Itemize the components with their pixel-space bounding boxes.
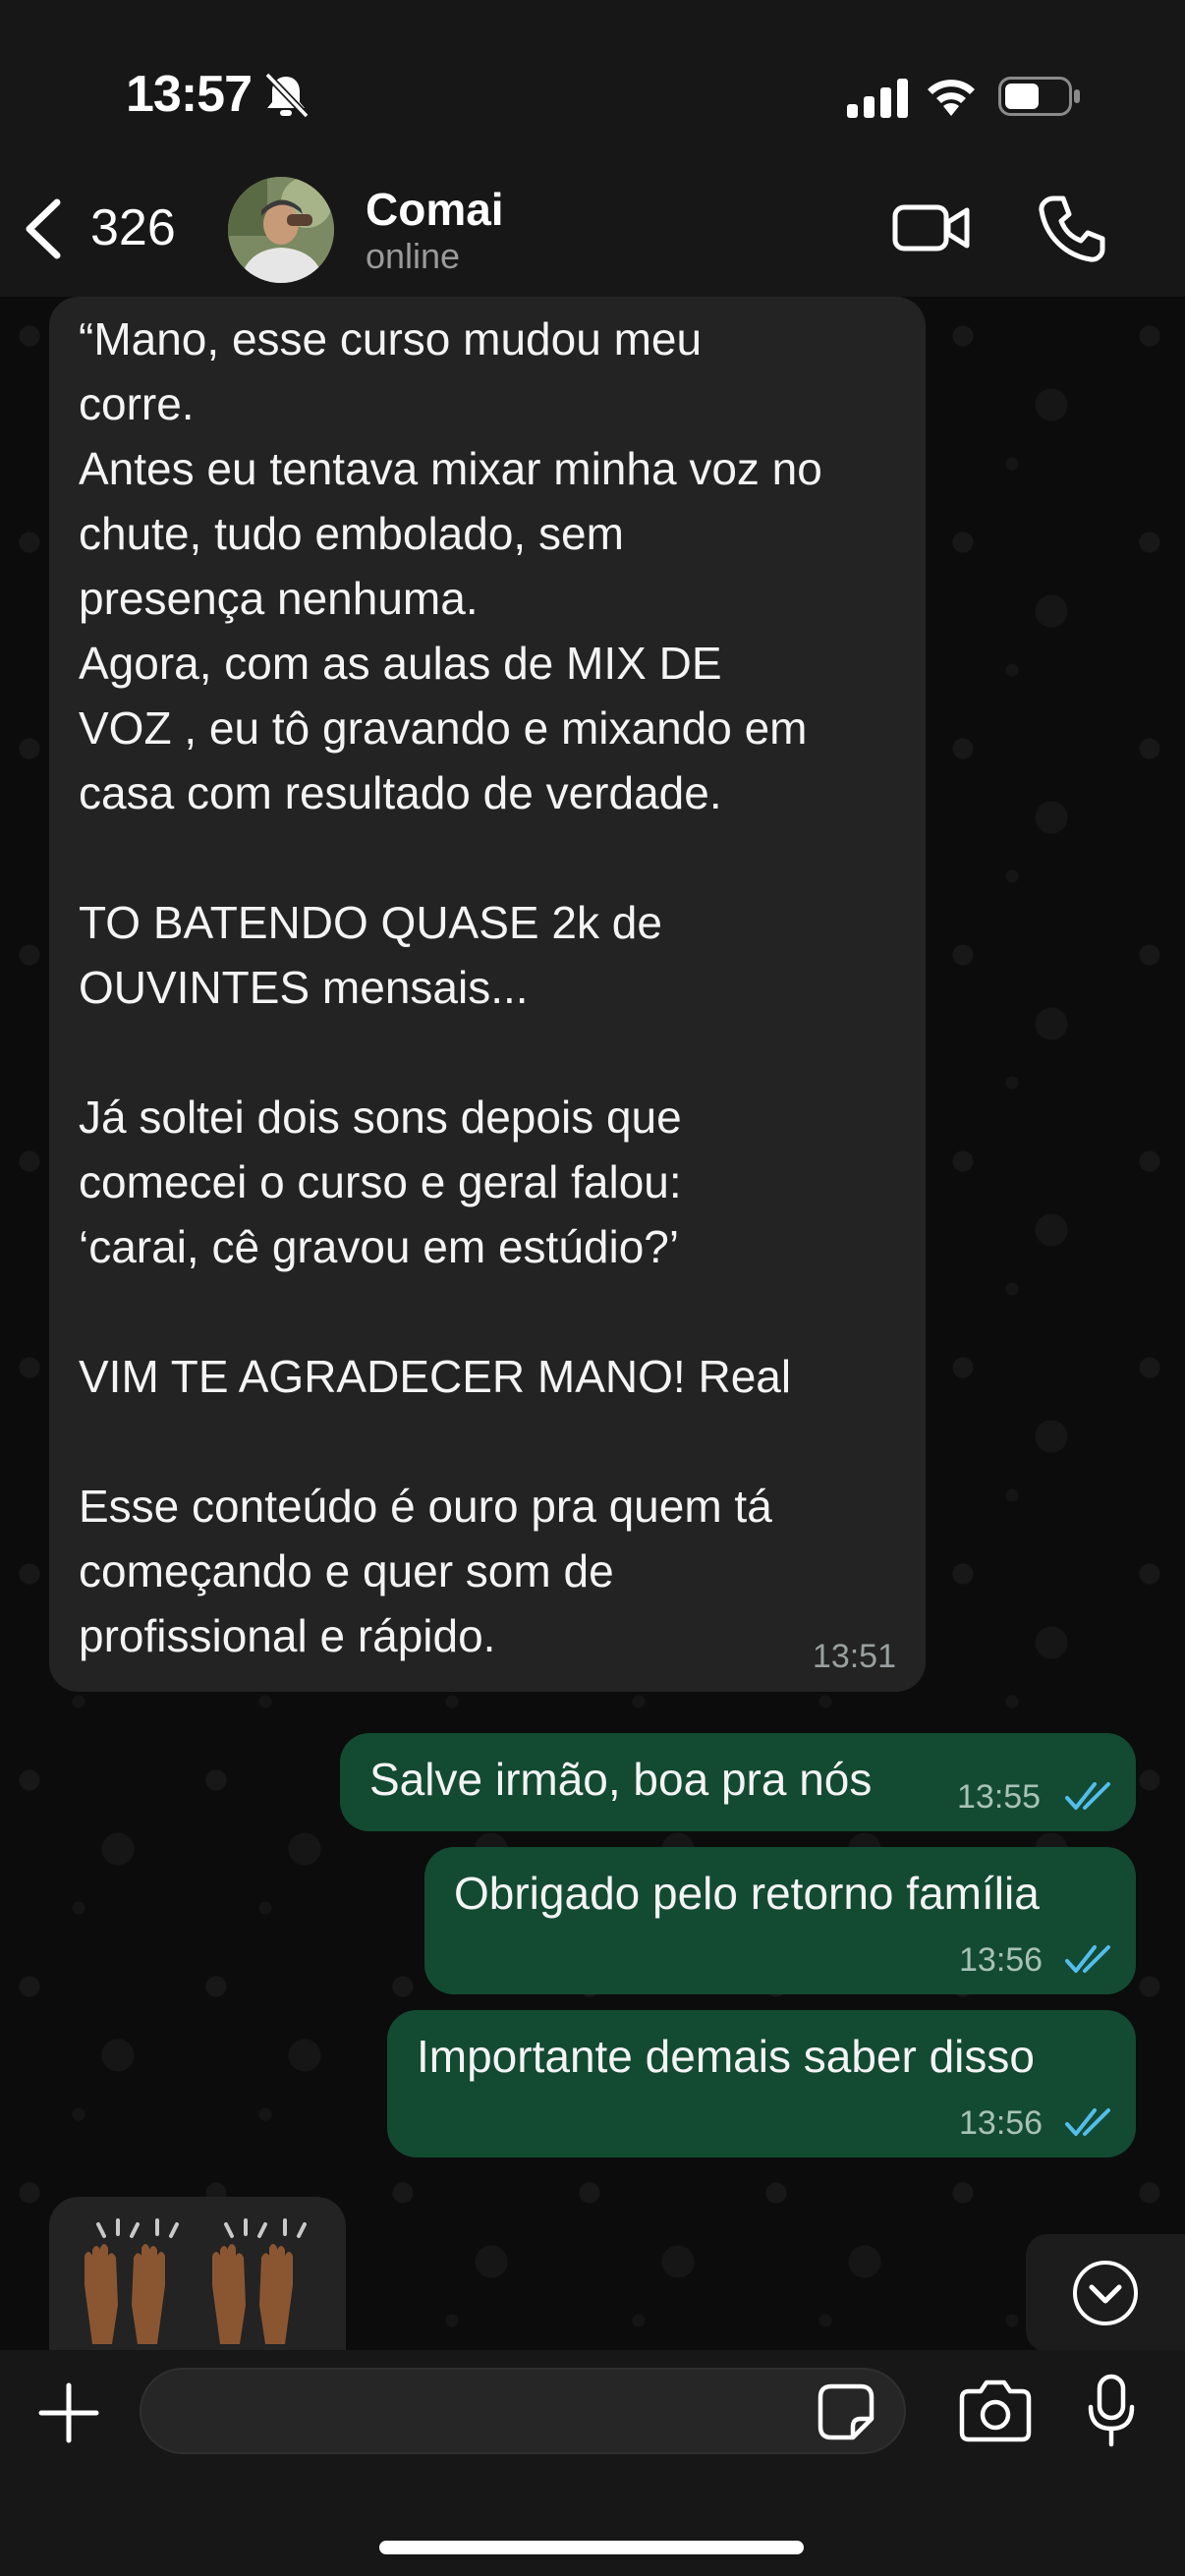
message-input[interactable] [140, 2368, 906, 2454]
message-time: 13:56 [959, 2104, 1044, 2142]
avatar-photo [228, 177, 334, 283]
battery-icon [998, 77, 1080, 116]
contact-name[interactable]: Comai [366, 183, 504, 236]
microphone-icon[interactable] [1087, 2374, 1136, 2448]
status-time: 13:57 [126, 66, 253, 123]
message-time: 13:56 [959, 1941, 1044, 1979]
camera-icon[interactable] [959, 2378, 1032, 2442]
home-indicator[interactable] [379, 2541, 804, 2554]
wifi-icon [928, 80, 975, 116]
read-ticks-icon [1065, 1782, 1110, 1810]
message-text: Importante demais saber disso [417, 2031, 1035, 2082]
message-text: “Mano, esse curso mudou meu corre. Antes… [79, 313, 822, 1661]
back-chevron-icon[interactable] [18, 196, 69, 261]
chat-messages[interactable]: “Mano, esse curso mudou meu corre. Antes… [0, 297, 1185, 2350]
message-incoming[interactable]: “Mano, esse curso mudou meu corre. Antes… [49, 297, 926, 1692]
message-text: Obrigado pelo retorno família [454, 1868, 1040, 1919]
phone-icon[interactable] [1038, 195, 1106, 263]
read-ticks-icon [1065, 2108, 1110, 2136]
message-time: 13:55 [957, 1778, 1042, 1816]
bell-muted-icon [264, 72, 309, 119]
plus-icon[interactable] [37, 2381, 100, 2444]
sticker-icon[interactable] [818, 2383, 875, 2440]
raising-hands-emoji [85, 2218, 307, 2344]
message-outgoing[interactable]: Salve irmão, boa pra nós 13:55 [340, 1733, 1136, 1831]
contact-avatar[interactable] [228, 177, 334, 283]
video-call-icon[interactable] [892, 198, 971, 257]
chat-header [0, 167, 1185, 297]
message-incoming-emoji[interactable] [49, 2197, 346, 2350]
chevron-down-icon [1073, 2261, 1138, 2325]
message-time: 13:51 [812, 1638, 896, 1675]
contact-status: online [366, 236, 461, 276]
scroll-to-bottom-button[interactable] [1026, 2234, 1185, 2350]
signal-icon [847, 79, 908, 118]
read-ticks-icon [1065, 1945, 1110, 1973]
back-unread-count[interactable]: 326 [90, 198, 176, 257]
message-text: Salve irmão, boa pra nós [369, 1754, 873, 1805]
message-outgoing[interactable]: Obrigado pelo retorno família 13:56 [424, 1847, 1136, 1994]
message-outgoing[interactable]: Importante demais saber disso 13:56 [387, 2010, 1136, 2157]
